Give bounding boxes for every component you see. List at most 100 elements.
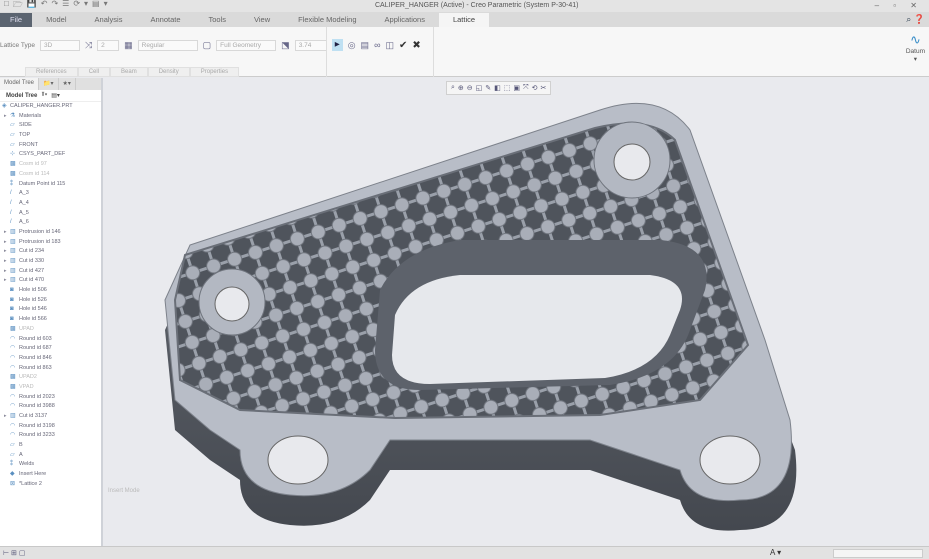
tree-item[interactable]: ◆ Insert Here xyxy=(0,470,101,480)
tree-item[interactable]: ▱ FRONT xyxy=(0,141,101,151)
tree-item[interactable]: ▸ ▥ Cut id 3137 xyxy=(0,412,101,422)
tree-item[interactable]: ▱ SIDE xyxy=(0,121,101,131)
geometry-select[interactable]: Full Geometry xyxy=(216,39,277,51)
tree-item[interactable]: ▩ Cosm id 114 xyxy=(0,170,101,180)
expand-icon[interactable]: ▸ xyxy=(4,276,7,286)
glasses-icon[interactable]: ◫ xyxy=(385,40,394,51)
tree-item[interactable]: ▸ ▥ Protrusion id 183 xyxy=(0,238,101,248)
panel-properties[interactable]: Properties xyxy=(189,67,240,77)
panel-beam[interactable]: Beam xyxy=(110,67,148,77)
view-tool-icon[interactable]: ⊕ xyxy=(458,84,464,92)
selection-filter-dropdown[interactable] xyxy=(833,549,923,558)
view-tool-icon[interactable]: ⟲ xyxy=(532,84,538,92)
view-tool-icon[interactable]: ✂ xyxy=(541,84,547,92)
tree-item[interactable]: ⊠ *Lattice 2 xyxy=(0,480,101,490)
expand-icon[interactable]: ▸ xyxy=(4,267,7,277)
count-select[interactable]: 2 xyxy=(97,39,120,51)
size-input[interactable]: 3.74 xyxy=(294,39,327,51)
tree-item[interactable]: ◈ CALIPER_HANGER.PRT xyxy=(0,102,101,112)
tree-item[interactable]: ⁑ Datum Point id 115 xyxy=(0,180,101,190)
tree-item[interactable]: ▸ ▥ Cut id 234 xyxy=(0,247,101,257)
lattice-type-select[interactable]: 3D xyxy=(39,39,80,51)
branch-icon: ⤨ xyxy=(84,39,93,50)
tab-view[interactable]: View xyxy=(240,13,284,27)
tree-item[interactable]: ▩ Cosm id 97 xyxy=(0,160,101,170)
tree-item[interactable]: ◠ Round id 846 xyxy=(0,354,101,364)
tab-lattice[interactable]: Lattice xyxy=(438,13,490,27)
tree-item[interactable]: ◠ Round id 3198 xyxy=(0,422,101,432)
tree-item-label: Round id 687 xyxy=(19,345,52,352)
link-icon[interactable]: ∞ xyxy=(374,40,380,50)
tree-item[interactable]: ▱ A xyxy=(0,451,101,461)
pause-resume-button[interactable]: ▶ xyxy=(331,39,343,51)
preview-icon[interactable]: ◎ xyxy=(348,40,356,51)
window-controls[interactable]: – ▫ ✕ xyxy=(875,1,923,10)
ok-button[interactable]: ✔ xyxy=(399,40,407,51)
cancel-button[interactable]: ✖ xyxy=(412,40,420,51)
tree-item[interactable]: ▩ VPAD xyxy=(0,383,101,393)
datum-button[interactable]: ∿ Datum ▾ xyxy=(906,32,925,63)
tree-item[interactable]: ▸ ⚗ Materials xyxy=(0,112,101,122)
status-icons[interactable]: ⊢ ⊞ ▢ xyxy=(3,549,25,557)
tree-item[interactable]: / A_6 xyxy=(0,218,101,228)
tree-item[interactable]: ▸ ▥ Cut id 330 xyxy=(0,257,101,267)
verify-icon[interactable]: ▤ xyxy=(361,40,370,51)
tab-analysis[interactable]: Analysis xyxy=(81,13,137,27)
expand-icon[interactable]: ▸ xyxy=(4,112,7,122)
panel-density[interactable]: Density xyxy=(147,67,190,77)
tab-model[interactable]: Model xyxy=(32,13,80,27)
tree-item[interactable]: ⊹ CSYS_PART_DEF xyxy=(0,150,101,160)
cell-type-select[interactable]: Regular xyxy=(137,39,198,51)
tab-flexible-modeling[interactable]: Flexible Modeling xyxy=(284,13,370,27)
tree-item[interactable]: ◠ Round id 3988 xyxy=(0,402,101,412)
view-tool-icon[interactable]: ▣ xyxy=(513,84,520,92)
tab-favorites[interactable]: ★▾ xyxy=(59,78,76,90)
panel-references[interactable]: References xyxy=(25,67,78,77)
filter-icon[interactable]: A ▾ xyxy=(770,548,781,557)
view-tool-icon[interactable]: ⤧ xyxy=(523,84,529,92)
tree-item[interactable]: ◠ Round id 2023 xyxy=(0,393,101,403)
view-tool-icon[interactable]: ◧ xyxy=(494,84,501,92)
tree-item[interactable]: / A_3 xyxy=(0,189,101,199)
tab-applications[interactable]: Applications xyxy=(371,13,439,27)
tab-annotate[interactable]: Annotate xyxy=(136,13,194,27)
tree-item[interactable]: ◠ Round id 603 xyxy=(0,335,101,345)
tree-item[interactable]: ◙ Hole id 526 xyxy=(0,296,101,306)
tree-item[interactable]: ▸ ▥ Protrusion id 146 xyxy=(0,228,101,238)
expand-icon[interactable]: ▸ xyxy=(4,412,7,422)
search-help-icons[interactable]: ⌕ ❓ xyxy=(906,14,925,25)
view-tool-icon[interactable]: ✎ xyxy=(485,84,491,92)
chevron-down-icon[interactable]: ▾ xyxy=(906,55,925,63)
tree-item[interactable]: ◙ Hole id 566 xyxy=(0,315,101,325)
tree-item[interactable]: ▩ UPAD2 xyxy=(0,373,101,383)
view-tool-icon[interactable]: ⬚ xyxy=(504,84,511,92)
tree-filter-icon[interactable]: ⫪▾ xyxy=(41,92,47,99)
tree-item[interactable]: ◠ Round id 687 xyxy=(0,344,101,354)
tab-tools[interactable]: Tools xyxy=(195,13,241,27)
view-tool-icon[interactable]: ⊖ xyxy=(467,84,473,92)
tree-item[interactable]: ◠ Round id 3233 xyxy=(0,431,101,441)
expand-icon[interactable]: ▸ xyxy=(4,257,7,267)
tree-item[interactable]: ▩ UPAD xyxy=(0,325,101,335)
tab-model-tree[interactable]: Model Tree xyxy=(0,78,40,90)
tree-item[interactable]: ⁑ Welds xyxy=(0,460,101,470)
tree-item[interactable]: / A_5 xyxy=(0,209,101,219)
tree-item[interactable]: ▱ TOP xyxy=(0,131,101,141)
tree-item[interactable]: ◙ Hole id 506 xyxy=(0,286,101,296)
expand-icon[interactable]: ▸ xyxy=(4,228,7,238)
panel-cell[interactable]: Cell xyxy=(77,67,111,77)
tab-folder-browser[interactable]: 📁▾ xyxy=(39,78,59,90)
graphics-viewport[interactable]: ⌕ ⊕ ⊖ ◱ ✎ ◧ ⬚ ▣ ⤧ ⟲ ✂ Insert Mode xyxy=(104,78,929,546)
tree-item[interactable]: ▸ ▥ Cut id 470 xyxy=(0,276,101,286)
expand-icon[interactable]: ▸ xyxy=(4,238,7,248)
tree-item[interactable]: ▱ B xyxy=(0,441,101,451)
view-tool-icon[interactable]: ◱ xyxy=(476,84,483,92)
settings-icon[interactable]: ▤▾ xyxy=(51,92,60,99)
tree-item[interactable]: ▸ ▥ Cut id 427 xyxy=(0,267,101,277)
view-tool-icon[interactable]: ⌕ xyxy=(451,84,455,92)
expand-icon[interactable]: ▸ xyxy=(4,247,7,257)
tree-item[interactable]: ◠ Round id 863 xyxy=(0,364,101,374)
tree-item[interactable]: / A_4 xyxy=(0,199,101,209)
tree-item[interactable]: ◙ Hole id 546 xyxy=(0,305,101,315)
tab-file[interactable]: File xyxy=(0,13,33,27)
